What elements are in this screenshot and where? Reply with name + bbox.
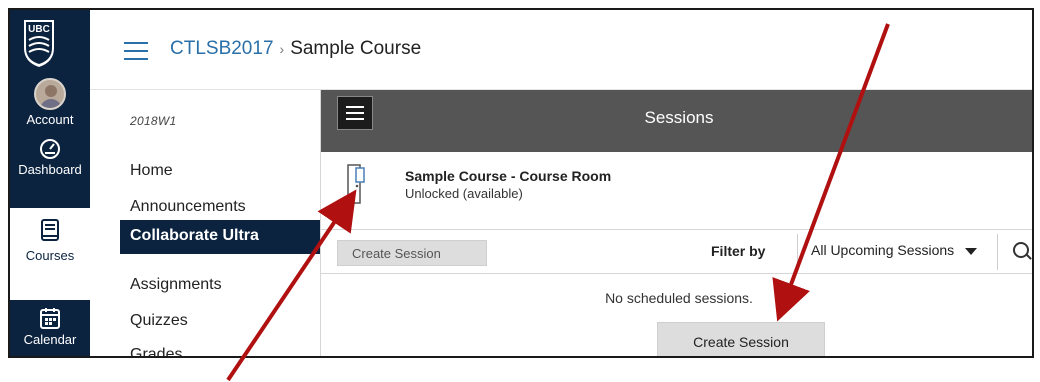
- avatar: [34, 78, 66, 110]
- breadcrumb-separator: ›: [279, 41, 285, 57]
- room-name: Sample Course - Course Room: [405, 168, 612, 184]
- panel-header: Sessions: [321, 90, 1032, 152]
- empty-sessions-message: No scheduled sessions.: [605, 290, 753, 306]
- book-icon: [41, 219, 59, 241]
- course-menu-item-assignments[interactable]: Assignments: [130, 276, 222, 294]
- room-status: Unlocked (available): [405, 186, 523, 201]
- course-menu-item-home[interactable]: Home: [130, 162, 173, 180]
- course-menu-item-announcements[interactable]: Announcements: [130, 198, 246, 216]
- rail-item-account[interactable]: Account: [10, 78, 90, 127]
- course-header: CTLSB2017 › Sample Course: [90, 10, 1032, 90]
- rail-item-label: Dashboard: [18, 162, 82, 177]
- menu-toggle-icon[interactable]: [124, 42, 148, 60]
- global-nav-rail: UBC Account Dashboard Courses Calendar: [10, 10, 90, 356]
- breadcrumb-root-link[interactable]: CTLSB2017: [170, 38, 274, 59]
- door-icon: [347, 164, 365, 204]
- rail-item-label: Account: [26, 112, 74, 127]
- svg-text:UBC: UBC: [28, 24, 50, 35]
- panel-title: Sessions: [644, 108, 714, 127]
- course-menu-item-grades[interactable]: Grades: [130, 346, 182, 356]
- rail-item-dashboard[interactable]: Dashboard: [10, 138, 90, 177]
- filter-select[interactable]: All Upcoming Sessions: [811, 242, 954, 258]
- course-menu-item-label: Collaborate Ultra: [130, 227, 259, 244]
- ubc-logo-icon: UBC: [24, 20, 54, 67]
- create-session-button-toolbar[interactable]: Create Session: [337, 240, 487, 266]
- breadcrumb-current: Sample Course: [290, 38, 422, 59]
- rail-item-courses[interactable]: Courses: [10, 208, 90, 300]
- chevron-down-icon[interactable]: [965, 248, 977, 255]
- course-menu: 2018W1 Home Announcements Collaborate Ul…: [90, 90, 320, 356]
- course-menu-item-collaborate-ultra[interactable]: Collaborate Ultra: [120, 220, 320, 254]
- term-label: 2018W1: [130, 114, 177, 128]
- rail-item-calendar[interactable]: Calendar: [10, 306, 90, 347]
- filter-label: Filter by: [711, 243, 766, 259]
- breadcrumb: CTLSB2017 › Sample Course: [170, 38, 421, 60]
- collaborate-panel: Sessions Sample Course - Course Room Unl…: [320, 90, 1032, 356]
- divider: [797, 234, 798, 270]
- divider: [997, 234, 998, 270]
- course-menu-item-quizzes[interactable]: Quizzes: [130, 312, 188, 330]
- search-icon[interactable]: [1013, 242, 1029, 258]
- course-room-row[interactable]: Sample Course - Course Room Unlocked (av…: [321, 152, 1032, 230]
- create-session-button[interactable]: Create Session: [657, 322, 825, 356]
- rail-item-label: Calendar: [23, 332, 77, 347]
- screenshot-frame: UBC Account Dashboard Courses Calendar C…: [8, 8, 1034, 358]
- calendar-icon: [40, 308, 60, 329]
- rail-item-label: Courses: [25, 248, 75, 263]
- sessions-toolbar: Create Session Filter by All Upcoming Se…: [321, 230, 1032, 274]
- caption-strip: [0, 0, 1040, 8]
- dashboard-gauge-icon: [40, 139, 60, 159]
